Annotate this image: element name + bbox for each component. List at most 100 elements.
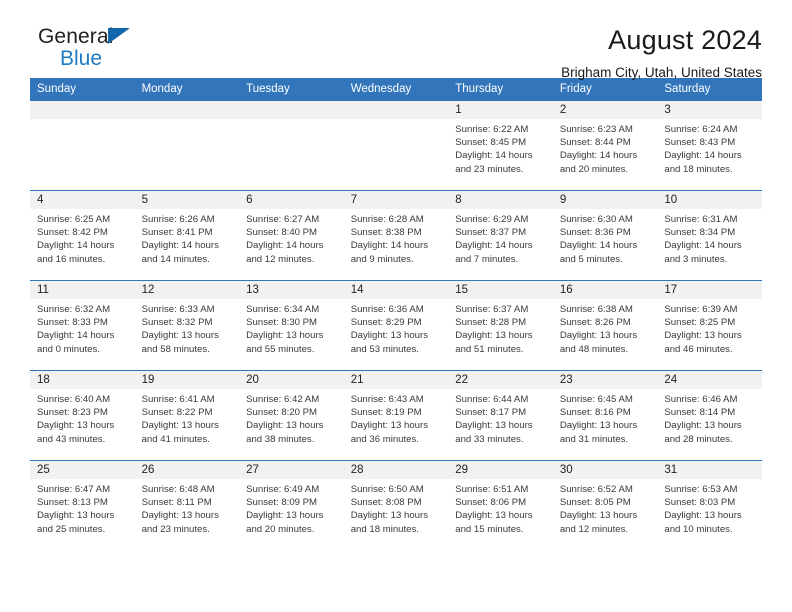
sunrise-text: Sunrise: 6:44 AM xyxy=(455,394,529,405)
sunset-text: Sunset: 8:34 PM xyxy=(664,227,736,239)
calendar-day-cell[interactable]: 7 Sunrise: 6:28 AM Sunset: 8:38 PM Daylight… xyxy=(343,190,449,281)
brand-logo[interactable]: General Blue xyxy=(30,26,150,69)
calendar-day-cell[interactable]: 22 Sunrise: 6:44 AM Sunset: 8:17 PM Dayligh… xyxy=(448,370,553,461)
day-number: 12 xyxy=(134,281,240,299)
sunrise-text: Sunrise: 6:48 AM xyxy=(141,484,215,495)
sunrise-text: Sunrise: 6:45 AM xyxy=(559,394,633,405)
calendar-day-cell[interactable]: 10 Sunrise: 6:31 AM Sunset: 8:34 PM Dayligh… xyxy=(657,190,762,281)
sunrise-text: Sunrise: 6:22 AM xyxy=(455,124,529,135)
calendar-day-cell[interactable]: 28 Sunrise: 6:50 AM Sunset: 8:08 PM Dayligh… xyxy=(343,460,449,551)
day-details: Sunrise: 6:23 AM Sunset: 8:44 PM Daylight:… xyxy=(553,119,658,176)
calendar-day-cell[interactable]: 30 Sunrise: 6:52 AM Sunset: 8:05 PM Dayligh… xyxy=(552,460,658,551)
sunset-text: Sunset: 8:43 PM xyxy=(664,137,736,149)
daylight-text: Daylight: 13 hours and 53 minutes. xyxy=(350,330,429,355)
sunset-text: Sunset: 8:11 PM xyxy=(141,497,212,509)
sunrise-text: Sunrise: 6:31 AM xyxy=(664,214,738,225)
day-details: Sunrise: 6:22 AM Sunset: 8:45 PM Daylight:… xyxy=(448,119,553,176)
day-number: 30 xyxy=(552,461,658,479)
day-number: 31 xyxy=(657,461,762,479)
sunset-text: Sunset: 8:08 PM xyxy=(350,497,422,509)
triangle-icon xyxy=(108,28,130,44)
daylight-text: Daylight: 14 hours and 16 minutes. xyxy=(37,240,115,265)
brand-name-general: General xyxy=(38,25,114,48)
day-details: Sunrise: 6:40 AM Sunset: 8:23 PM Daylight:… xyxy=(30,389,135,446)
sunrise-text: Sunrise: 6:36 AM xyxy=(350,304,424,315)
calendar-day-cell[interactable]: 20 Sunrise: 6:42 AM Sunset: 8:20 PM Dayligh… xyxy=(239,370,344,461)
day-number: 1 xyxy=(448,101,553,119)
sunrise-text: Sunrise: 6:39 AM xyxy=(664,304,738,315)
calendar-day-cell[interactable]: 13 Sunrise: 6:34 AM Sunset: 8:30 PM Dayligh… xyxy=(239,280,344,371)
page-title: August 2024 xyxy=(608,25,762,55)
calendar-day-cell[interactable]: 14 Sunrise: 6:36 AM Sunset: 8:29 PM Dayligh… xyxy=(343,280,449,371)
calendar-day-cell[interactable]: 5 Sunrise: 6:26 AM Sunset: 8:41 PM Daylight… xyxy=(134,190,240,281)
calendar-day-cell[interactable]: 8 Sunrise: 6:29 AM Sunset: 8:37 PM Daylight… xyxy=(448,190,553,281)
daylight-text: Daylight: 14 hours and 20 minutes. xyxy=(559,150,638,175)
calendar-day-cell[interactable]: 25 Sunrise: 6:47 AM Sunset: 8:13 PM Dayligh… xyxy=(30,460,135,551)
weekday-header-sunday: Sunday xyxy=(30,78,135,101)
calendar-day-cell[interactable]: 26 Sunrise: 6:48 AM Sunset: 8:11 PM Dayligh… xyxy=(134,460,240,551)
calendar-day-cell[interactable]: 21 Sunrise: 6:43 AM Sunset: 8:19 PM Dayligh… xyxy=(343,370,449,461)
daylight-text: Daylight: 13 hours and 33 minutes. xyxy=(455,420,533,445)
weekday-header-wednesday: Wednesday xyxy=(343,78,449,101)
day-details: Sunrise: 6:31 AM Sunset: 8:34 PM Daylight:… xyxy=(657,209,762,266)
daylight-text: Daylight: 13 hours and 28 minutes. xyxy=(664,420,742,445)
sunset-text: Sunset: 8:36 PM xyxy=(559,227,631,239)
weekday-header-row: Sunday Monday Tuesday Wednesday Thursday… xyxy=(30,78,762,101)
sunset-text: Sunset: 8:44 PM xyxy=(559,137,631,149)
sunrise-text: Sunrise: 6:49 AM xyxy=(246,484,320,495)
sunrise-text: Sunrise: 6:51 AM xyxy=(455,484,529,495)
day-number: 16 xyxy=(552,281,658,299)
day-details: Sunrise: 6:27 AM Sunset: 8:40 PM Daylight:… xyxy=(239,209,344,266)
day-number: 23 xyxy=(552,371,658,389)
calendar-day-cell[interactable]: 4 Sunrise: 6:25 AM Sunset: 8:42 PM Daylight… xyxy=(30,190,135,281)
sunrise-text: Sunrise: 6:27 AM xyxy=(246,214,320,225)
day-details: Sunrise: 6:32 AM Sunset: 8:33 PM Daylight:… xyxy=(30,299,135,356)
daylight-text: Daylight: 13 hours and 51 minutes. xyxy=(455,330,533,355)
day-number: 28 xyxy=(343,461,449,479)
calendar-day-cell[interactable]: 6 Sunrise: 6:27 AM Sunset: 8:40 PM Daylight… xyxy=(239,190,344,281)
calendar-day-cell[interactable]: 23 Sunrise: 6:45 AM Sunset: 8:16 PM Dayligh… xyxy=(552,370,658,461)
day-details: Sunrise: 6:24 AM Sunset: 8:43 PM Daylight:… xyxy=(657,119,762,176)
sunset-text: Sunset: 8:13 PM xyxy=(37,497,108,509)
day-number: 5 xyxy=(134,191,240,209)
daylight-text: Daylight: 13 hours and 31 minutes. xyxy=(559,420,638,445)
calendar-day-cell[interactable]: 11 Sunrise: 6:32 AM Sunset: 8:33 PM Dayligh… xyxy=(30,280,135,371)
calendar-day-cell[interactable]: 17 Sunrise: 6:39 AM Sunset: 8:25 PM Dayligh… xyxy=(657,280,762,371)
page-header: General Blue August 2024 Brigham City, U… xyxy=(30,0,762,81)
calendar-empty-cell xyxy=(30,100,135,191)
daylight-text: Daylight: 13 hours and 36 minutes. xyxy=(350,420,429,445)
sunrise-text: Sunrise: 6:33 AM xyxy=(141,304,215,315)
day-number: 13 xyxy=(239,281,344,299)
day-number: 19 xyxy=(134,371,240,389)
sunset-text: Sunset: 8:06 PM xyxy=(455,497,527,509)
sunrise-text: Sunrise: 6:24 AM xyxy=(664,124,738,135)
calendar-day-cell[interactable]: 16 Sunrise: 6:38 AM Sunset: 8:26 PM Dayligh… xyxy=(552,280,658,371)
calendar-day-cell[interactable]: 31 Sunrise: 6:53 AM Sunset: 8:03 PM Dayligh… xyxy=(657,460,762,551)
day-details: Sunrise: 6:29 AM Sunset: 8:37 PM Daylight:… xyxy=(448,209,553,266)
sunrise-text: Sunrise: 6:40 AM xyxy=(37,394,111,405)
calendar-day-cell[interactable]: 1 Sunrise: 6:22 AM Sunset: 8:45 PM Daylight… xyxy=(448,100,553,191)
calendar-day-cell[interactable]: 29 Sunrise: 6:51 AM Sunset: 8:06 PM Dayligh… xyxy=(448,460,553,551)
calendar-page: General Blue August 2024 Brigham City, U… xyxy=(0,0,792,612)
day-details: Sunrise: 6:33 AM Sunset: 8:32 PM Daylight:… xyxy=(135,299,240,356)
calendar-day-cell[interactable]: 15 Sunrise: 6:37 AM Sunset: 8:28 PM Dayligh… xyxy=(448,280,553,371)
calendar-day-cell[interactable]: 19 Sunrise: 6:41 AM Sunset: 8:22 PM Dayligh… xyxy=(134,370,240,461)
calendar-day-cell[interactable]: 27 Sunrise: 6:49 AM Sunset: 8:09 PM Dayligh… xyxy=(239,460,344,551)
day-number: 6 xyxy=(239,191,344,209)
day-number: 15 xyxy=(448,281,553,299)
daylight-text: Daylight: 13 hours and 25 minutes. xyxy=(37,510,115,535)
calendar-day-cell[interactable]: 2 Sunrise: 6:23 AM Sunset: 8:44 PM Daylight… xyxy=(552,100,658,191)
day-details: Sunrise: 6:49 AM Sunset: 8:09 PM Daylight:… xyxy=(239,479,344,536)
day-number: 17 xyxy=(657,281,762,299)
day-details: Sunrise: 6:43 AM Sunset: 8:19 PM Daylight:… xyxy=(344,389,449,446)
calendar-day-cell[interactable]: 3 Sunrise: 6:24 AM Sunset: 8:43 PM Daylight… xyxy=(657,100,762,191)
calendar-week-row: 1 Sunrise: 6:22 AM Sunset: 8:45 PM Daylight… xyxy=(30,100,762,191)
calendar-day-cell[interactable]: 9 Sunrise: 6:30 AM Sunset: 8:36 PM Daylight… xyxy=(552,190,658,281)
sunrise-text: Sunrise: 6:53 AM xyxy=(664,484,738,495)
day-number: 18 xyxy=(30,371,135,389)
calendar-day-cell[interactable]: 18 Sunrise: 6:40 AM Sunset: 8:23 PM Dayligh… xyxy=(30,370,135,461)
calendar-day-cell[interactable]: 12 Sunrise: 6:33 AM Sunset: 8:32 PM Dayligh… xyxy=(134,280,240,371)
calendar-day-cell[interactable]: 24 Sunrise: 6:46 AM Sunset: 8:14 PM Dayligh… xyxy=(657,370,762,461)
calendar-empty-cell xyxy=(134,100,240,191)
daylight-text: Daylight: 13 hours and 58 minutes. xyxy=(141,330,219,355)
